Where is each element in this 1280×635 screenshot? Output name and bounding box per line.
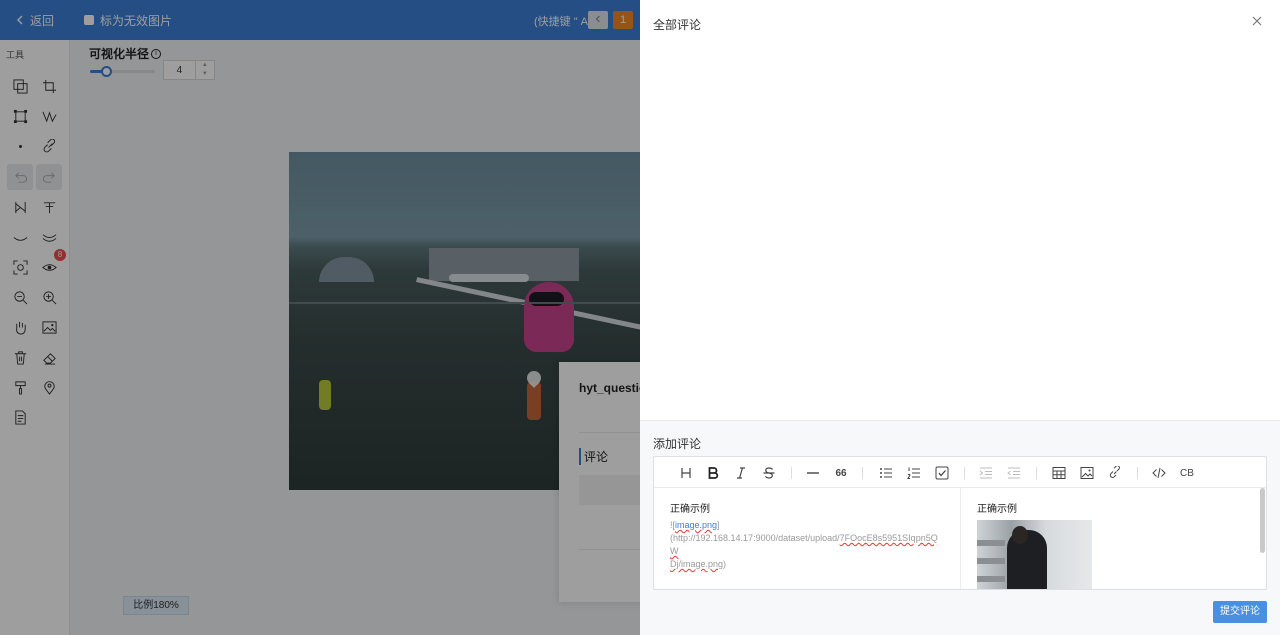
quote-button[interactable]: 66: [833, 465, 849, 481]
close-icon[interactable]: [1250, 14, 1264, 28]
md-url-tail: Dj/image.png: [670, 559, 724, 569]
strikethrough-icon: [763, 467, 775, 479]
heading-button[interactable]: [678, 465, 694, 481]
table-icon: [1052, 467, 1066, 479]
image-stripe: [977, 540, 1005, 546]
ordered-list-icon: [907, 467, 920, 479]
italic-button[interactable]: [733, 465, 749, 481]
markdown-editor[interactable]: 66 CB 正确示例 ![image.png] (http://192.168.…: [653, 456, 1267, 590]
bold-button[interactable]: [705, 465, 721, 481]
ordered-list-button[interactable]: [906, 465, 922, 481]
task-list-icon: [935, 466, 949, 480]
outdent-button[interactable]: [1006, 465, 1022, 481]
drawer-title: 全部评论: [653, 18, 702, 32]
table-button[interactable]: [1051, 465, 1067, 481]
toolbar-separator: [862, 467, 863, 479]
image-stripe: [977, 576, 1005, 582]
md-url-prefix: (http://192.168.14.17:9000/dataset/uploa…: [670, 533, 840, 543]
horizontal-rule-icon: [807, 472, 819, 474]
editor-toolbar: 66 CB: [654, 457, 1266, 488]
indent-button[interactable]: [978, 465, 994, 481]
modal-overlay[interactable]: [0, 0, 640, 635]
indent-icon: [979, 467, 992, 479]
link-button[interactable]: [1107, 465, 1123, 481]
markdown-input-area[interactable]: 正确示例 ![image.png] (http://192.168.14.17:…: [654, 488, 960, 589]
markdown-preview-area: 正确示例: [961, 488, 1261, 589]
link-icon: [1109, 466, 1120, 478]
code-button[interactable]: [1151, 465, 1167, 481]
toolbar-separator: [791, 467, 792, 479]
toolbar-separator: [964, 467, 965, 479]
image-button[interactable]: [1079, 465, 1095, 481]
add-comment-title: 添加评论: [653, 437, 702, 451]
markdown-image-link: ![image.png] (http://192.168.14.17:9000/…: [670, 519, 944, 571]
bullet-list-button[interactable]: [878, 465, 894, 481]
image-stripe: [977, 558, 1005, 564]
code-icon: [1152, 467, 1166, 479]
toolbar-separator: [1036, 467, 1037, 479]
code-block-button[interactable]: CB: [1179, 465, 1195, 481]
comments-drawer: 全部评论 添加评论 66 CB 正确示例 ![image.png] (http:…: [640, 0, 1280, 635]
horizontal-rule-button[interactable]: [805, 465, 821, 481]
bold-icon: [708, 467, 719, 479]
strikethrough-button[interactable]: [761, 465, 777, 481]
add-comment-section: 添加评论 66 CB 正确示例 ![image.png] (http://192…: [640, 420, 1280, 635]
md-image-alt: image.png: [675, 520, 718, 530]
md-bracket: ): [723, 559, 727, 569]
md-bracket: ]: [717, 520, 720, 530]
image-person-head: [1012, 526, 1028, 544]
markdown-heading: 正确示例: [670, 504, 710, 515]
italic-icon: [737, 467, 745, 479]
toolbar-separator: [1137, 467, 1138, 479]
submit-comment-button[interactable]: 提交评论: [1213, 601, 1267, 623]
preview-image: [977, 520, 1092, 589]
quote-icon: 66: [835, 467, 847, 479]
code-block-icon: CB: [1180, 467, 1194, 479]
image-icon: [1080, 467, 1094, 479]
bullet-list-icon: [880, 468, 892, 478]
heading-icon: [681, 468, 691, 478]
preview-heading: 正确示例: [977, 504, 1017, 515]
outdent-icon: [1007, 467, 1020, 479]
task-list-button[interactable]: [934, 465, 950, 481]
editor-scrollbar[interactable]: [1260, 488, 1265, 553]
